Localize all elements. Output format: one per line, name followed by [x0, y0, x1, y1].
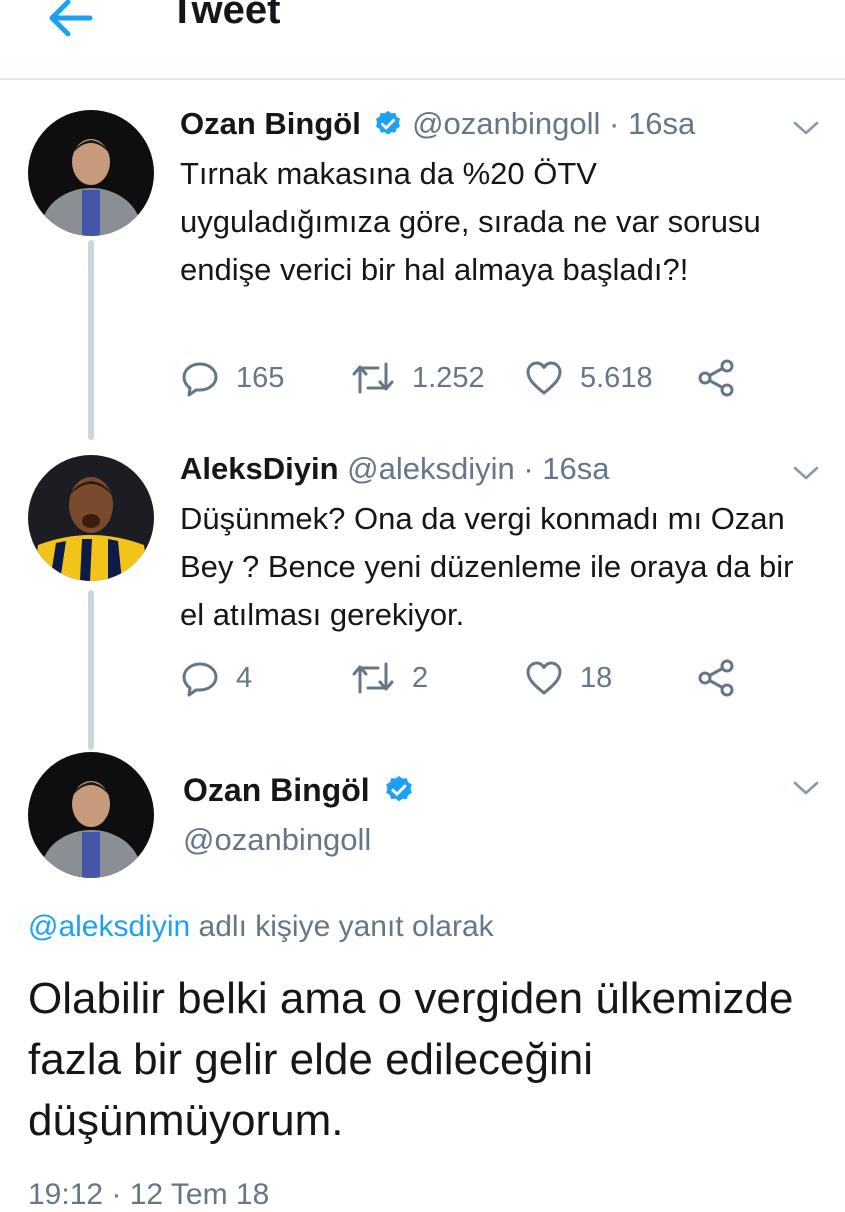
reply-icon — [182, 362, 218, 397]
chevron-down-icon[interactable] — [791, 463, 821, 483]
avatar-image — [28, 110, 154, 236]
chevron-down-icon[interactable] — [791, 778, 821, 798]
tweet-timestamp: 19:12 · 12 Tem 18 — [28, 1178, 270, 1211]
avatar[interactable] — [28, 752, 154, 878]
reply-mention-link[interactable]: @aleksdiyin — [28, 910, 190, 943]
tweet-text: Tırnak makasına da %20 ÖTV uyguladığımız… — [180, 156, 761, 287]
author-name[interactable]: Ozan Bingöl — [183, 772, 370, 808]
reply-button[interactable]: 4 — [180, 658, 252, 698]
share-button[interactable] — [696, 658, 736, 698]
share-button[interactable] — [696, 358, 736, 398]
main-tweet-text: Olabilir belki ama o vergiden ülkemizde … — [28, 974, 794, 1145]
author-handle[interactable]: @ozanbingoll — [183, 822, 371, 858]
like-icon — [526, 361, 562, 395]
retweet-icon — [352, 362, 394, 394]
tweet-time: · 16sa — [523, 451, 610, 486]
tweet-actions: 165 1.252 5.618 — [180, 358, 780, 398]
author-name[interactable]: Ozan Bingöl — [180, 106, 361, 141]
tweet-time: · 16sa — [609, 106, 696, 141]
like-count: 18 — [580, 661, 613, 694]
author-handle[interactable]: @ozanbingoll — [412, 106, 600, 141]
retweet-button[interactable]: 2 — [350, 658, 428, 698]
reply-icon — [182, 662, 218, 697]
author-name-row: Ozan Bingöl — [183, 772, 415, 809]
share-icon — [698, 659, 734, 697]
verified-badge-icon — [376, 110, 401, 135]
retweet-count: 1.252 — [412, 361, 485, 394]
like-count: 5.618 — [580, 361, 653, 394]
thread-line — [88, 590, 94, 750]
share-icon — [698, 359, 734, 397]
thread-line — [88, 240, 94, 440]
author-name[interactable]: AleksDiyin — [180, 451, 339, 486]
tweet-actions: 4 2 18 — [180, 658, 780, 698]
reply-button[interactable]: 165 — [180, 358, 284, 398]
like-button[interactable]: 5.618 — [524, 358, 653, 398]
author-handle[interactable]: @aleksdiyin — [347, 451, 515, 486]
avatar[interactable] — [28, 110, 154, 236]
page-title: Tweet — [170, 0, 281, 32]
tweet-text: Düşünmek? Ona da vergi konmadı mı Ozan B… — [180, 501, 794, 632]
chevron-down-icon[interactable] — [791, 118, 821, 138]
retweet-count: 2 — [412, 661, 429, 694]
like-button[interactable]: 18 — [524, 658, 612, 698]
tweet-header: Ozan Bingöl @ozanbingoll · 16sa — [180, 106, 695, 142]
verified-badge-icon — [385, 776, 412, 802]
like-icon — [526, 661, 562, 695]
reply-context-text: adlı kişiye yanıt olarak — [198, 910, 494, 943]
tweet-header: AleksDiyin @aleksdiyin · 16sa — [180, 451, 610, 487]
retweet-button[interactable]: 1.252 — [350, 358, 485, 398]
top-bar: Tweet — [0, 0, 845, 80]
avatar-image — [28, 752, 154, 878]
back-arrow-icon[interactable] — [44, 0, 96, 44]
retweet-icon — [352, 662, 394, 694]
avatar-image — [28, 455, 154, 581]
avatar[interactable] — [28, 455, 154, 581]
reply-count: 165 — [236, 361, 285, 394]
reply-context: @aleksdiyin adlı kişiye yanıt olarak — [28, 910, 494, 944]
reply-count: 4 — [236, 661, 253, 694]
